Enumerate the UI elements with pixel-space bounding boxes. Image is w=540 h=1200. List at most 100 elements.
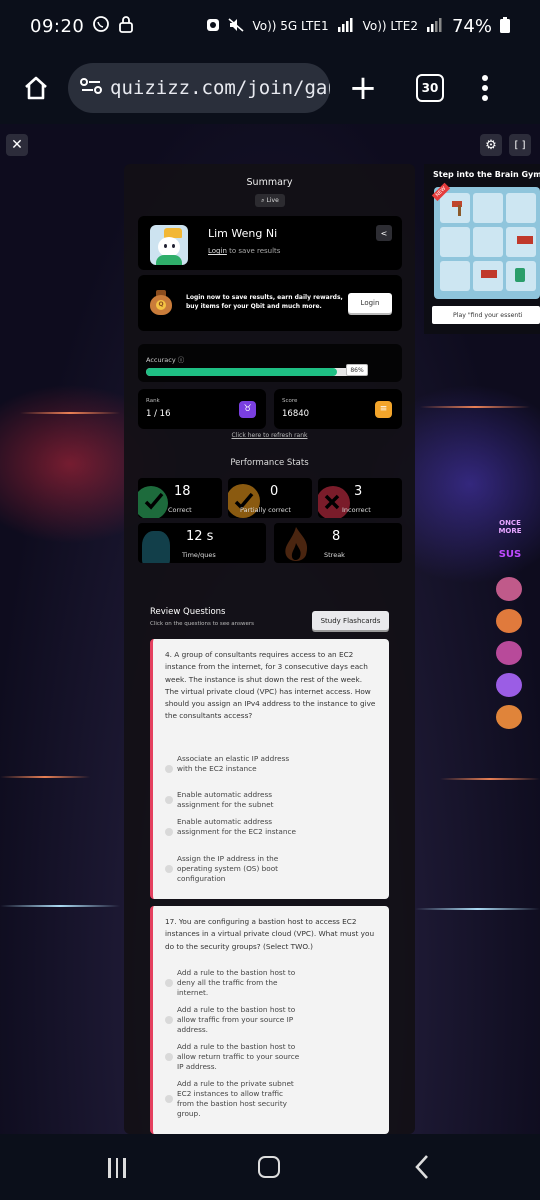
score-icon: ≡ <box>375 401 392 418</box>
ad-title: Step into the Brain Gym <box>433 170 540 179</box>
back-button[interactable] <box>414 1154 430 1187</box>
correct-stat-card: 18 Correct <box>138 478 222 518</box>
close-button[interactable]: ✕ <box>6 134 28 156</box>
time-stat-card: 12 s Time/ques <box>138 523 266 563</box>
rank-value: 1 / 16 <box>146 409 171 419</box>
sticker-icon <box>496 577 522 601</box>
streak-label: Streak <box>324 551 345 559</box>
accuracy-card: Accuracy ⓘ 86% <box>138 344 402 382</box>
answer-option: Add a rule to the bastion host to allow … <box>165 1042 305 1074</box>
network-1-label: Vo)) 5G LTE1 <box>252 19 329 33</box>
partial-label: Partially correct <box>240 506 291 514</box>
option-radio <box>165 1016 173 1024</box>
whatsapp-icon <box>92 15 110 37</box>
sticker-icon <box>496 609 522 633</box>
answer-option: Add a rule to the bastion host to allow … <box>165 1005 305 1037</box>
sticker-icon <box>496 705 522 729</box>
option-radio <box>165 765 173 773</box>
quiz-stage: ✕ ⚙ [ ] Summary ⌕ Live Lim Weng Ni Login… <box>0 124 540 1134</box>
study-flashcards-button[interactable]: Study Flashcards <box>312 611 389 630</box>
settings-gear-button[interactable]: ⚙ <box>480 134 502 156</box>
lock-icon <box>118 15 134 37</box>
sticker-icon <box>496 673 522 697</box>
hammer-icon <box>452 201 462 216</box>
option-radio <box>165 979 173 987</box>
correct-value: 18 <box>174 484 191 499</box>
time-label: Time/ques <box>182 551 216 559</box>
partial-stat-card: 0 Partially correct <box>228 478 312 518</box>
login-promo-card: Q Login now to save results, earn daily … <box>138 275 402 331</box>
option-radio <box>165 796 173 804</box>
live-badge: ⌕ Live <box>255 194 285 207</box>
url-text[interactable]: quizizz.com/join/gan <box>110 77 330 99</box>
once-more-badge: ONCE MORE <box>498 519 522 535</box>
option-radio <box>165 1095 173 1103</box>
status-bar: 09:20 Vo)) 5G LTE1 Vo)) LTE2 74% <box>0 0 540 52</box>
address-bar[interactable]: quizizz.com/join/gan <box>68 63 330 113</box>
rank-card: Rank 1 / 16 ♉ <box>138 389 266 429</box>
live-icon: ⌕ <box>261 196 265 204</box>
cross-icon <box>324 494 340 510</box>
score-label: Score <box>282 398 298 404</box>
status-time: 09:20 <box>30 15 85 37</box>
question-text: 17. You are configuring a bastion host t… <box>165 917 375 951</box>
review-question-card[interactable]: 17. You are configuring a bastion host t… <box>150 906 389 1134</box>
home-button[interactable] <box>14 66 58 110</box>
browser-toolbar: quizizz.com/join/gan + 30 <box>0 52 540 124</box>
accuracy-bar <box>146 368 368 376</box>
summary-panel: Summary ⌕ Live Lim Weng Ni Login to save… <box>124 164 415 1134</box>
option-radio <box>165 828 173 836</box>
rank-icon: ♉ <box>239 401 256 418</box>
browser-menu-button[interactable] <box>482 75 488 101</box>
mute-icon <box>228 17 244 35</box>
home-icon <box>25 76 47 100</box>
stopwatch-icon <box>142 531 170 563</box>
option-radio <box>165 865 173 873</box>
user-name: Lim Weng Ni <box>208 227 278 240</box>
score-card: Score 16840 ≡ <box>274 389 402 429</box>
tab-switcher-button[interactable]: 30 <box>416 74 444 102</box>
review-subtitle: Click on the questions to see answers <box>150 621 254 627</box>
brick-icon <box>481 270 497 278</box>
answer-option: Add a rule to the bastion host to deny a… <box>165 968 305 1000</box>
answer-option: Associate an elastic IP address with the… <box>165 754 305 786</box>
login-button[interactable]: Login <box>348 293 392 313</box>
site-settings-icon[interactable] <box>80 77 102 99</box>
system-nav-bar <box>0 1134 540 1200</box>
share-button[interactable]: < <box>376 225 392 241</box>
rank-label: Rank <box>146 398 160 404</box>
new-tab-button[interactable]: + <box>348 71 378 105</box>
recent-apps-button[interactable] <box>108 1158 126 1178</box>
fullscreen-button[interactable]: [ ] <box>509 134 531 156</box>
time-value: 12 s <box>186 529 214 544</box>
user-card: Lim Weng Ni Login to save results < <box>138 216 402 270</box>
phone-icon <box>515 268 525 282</box>
incorrect-label: Incorrect <box>342 506 371 514</box>
promo-text: Login now to save results, earn daily re… <box>186 294 343 310</box>
incorrect-value: 3 <box>354 484 363 499</box>
accuracy-fill <box>146 368 337 376</box>
ad-play-button[interactable]: Play "find your essenti <box>432 306 540 324</box>
correct-label: Correct <box>168 506 192 514</box>
login-to-save: Login to save results <box>208 247 280 255</box>
option-radio <box>165 1053 173 1061</box>
answer-option: Assign the IP address in the operating s… <box>165 854 305 886</box>
login-link[interactable]: Login <box>208 247 227 255</box>
network-2-label: Vo)) LTE2 <box>362 19 418 33</box>
streak-stat-card: 8 Streak <box>274 523 402 563</box>
score-value: 16840 <box>282 409 310 419</box>
streak-value: 8 <box>332 529 341 544</box>
refresh-rank-link[interactable]: Click here to refresh rank <box>124 432 415 439</box>
login-suffix: to save results <box>229 247 281 255</box>
brain-gym-ad[interactable]: Step into the Brain Gym NEW Play "find y… <box>424 164 540 334</box>
summary-title: Summary <box>246 177 293 188</box>
nav-home-button[interactable] <box>258 1156 280 1178</box>
answer-option: Enable automatic address assignment for … <box>165 790 305 812</box>
alarm-icon <box>206 18 220 35</box>
review-question-card[interactable]: 4. A group of consultants requires acces… <box>150 639 389 899</box>
signal-2-icon <box>426 17 444 35</box>
back-icon <box>415 1155 428 1179</box>
sticker-icon <box>496 641 522 665</box>
battery-icon <box>500 16 510 36</box>
info-icon: ⓘ <box>177 356 185 364</box>
